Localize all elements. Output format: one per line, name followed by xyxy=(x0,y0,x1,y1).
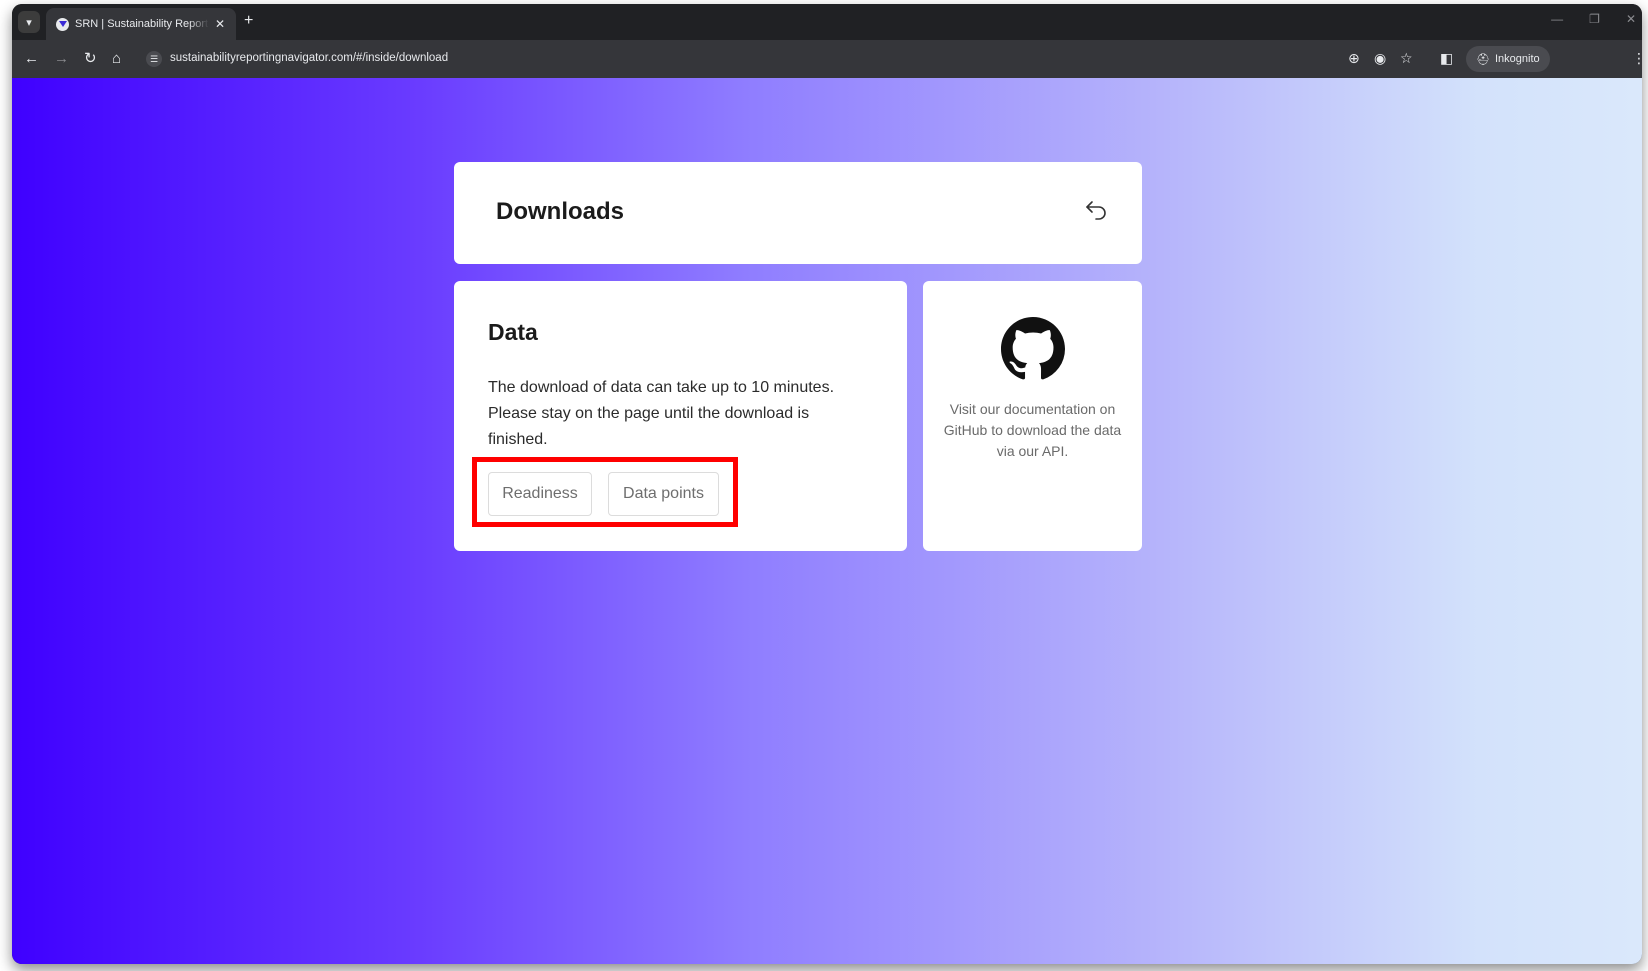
downloads-header-card: Downloads xyxy=(454,162,1142,264)
data-card: Data The download of data can take up to… xyxy=(454,281,907,551)
back-arrow-icon[interactable]: ← xyxy=(24,50,39,68)
eye-icon[interactable]: ◉ xyxy=(1374,49,1386,67)
address-bar[interactable]: sustainabilityreportingnavigator.com/#/i… xyxy=(170,52,448,64)
browser-tab[interactable]: SRN | Sustainability Reporting N ✕ xyxy=(46,8,236,40)
srn-favicon-icon xyxy=(56,17,69,31)
star-icon[interactable]: ☆ xyxy=(1400,49,1413,67)
incognito-icon: ⛑ xyxy=(1476,53,1490,66)
tab-title: SRN | Sustainability Reporting N xyxy=(75,18,209,30)
minimize-icon[interactable]: — xyxy=(1551,12,1563,26)
browser-window: ▾ SRN | Sustainability Reporting N ✕ + —… xyxy=(12,4,1642,964)
data-card-title: Data xyxy=(488,319,538,345)
window-close-icon[interactable]: ✕ xyxy=(1626,12,1636,26)
data-card-description: The download of data can take up to 10 m… xyxy=(488,379,835,448)
github-card[interactable]: Visit our documentation on GitHub to dow… xyxy=(923,281,1142,551)
site-info-icon[interactable]: ☰ xyxy=(146,51,162,67)
incognito-badge[interactable]: ⛑ Inkognito xyxy=(1466,46,1550,72)
tab-strip: ▾ SRN | Sustainability Reporting N ✕ + —… xyxy=(12,4,1642,40)
page-viewport: Downloads Data The download of data can … xyxy=(12,78,1642,964)
side-panel-icon[interactable]: ◧ xyxy=(1440,49,1453,67)
close-icon[interactable]: ✕ xyxy=(215,17,225,31)
readiness-button[interactable]: Readiness xyxy=(488,472,592,516)
chevron-down-icon[interactable]: ▾ xyxy=(18,11,40,33)
home-icon[interactable]: ⌂ xyxy=(112,50,121,68)
github-icon[interactable] xyxy=(1001,317,1065,381)
restore-icon[interactable]: ❐ xyxy=(1589,12,1600,26)
zoom-icon[interactable]: ⊕ xyxy=(1348,49,1360,67)
browser-toolbar: ← → ↻ ⌂ ☰ sustainabilityreportingnavigat… xyxy=(12,40,1642,78)
reload-icon[interactable]: ↻ xyxy=(84,50,97,68)
undo-back-icon[interactable] xyxy=(1084,196,1110,222)
forward-arrow-icon[interactable]: → xyxy=(54,50,69,68)
new-tab-button[interactable]: + xyxy=(244,12,253,30)
incognito-label: Inkognito xyxy=(1494,53,1540,65)
window-controls: — ❐ ✕ xyxy=(1551,12,1642,26)
data-points-button[interactable]: Data points xyxy=(608,472,719,516)
page-title: Downloads xyxy=(496,198,625,225)
more-vertical-icon[interactable]: ⋮ xyxy=(1632,49,1642,67)
github-description: Visit our documentation on GitHub to dow… xyxy=(943,401,1122,459)
